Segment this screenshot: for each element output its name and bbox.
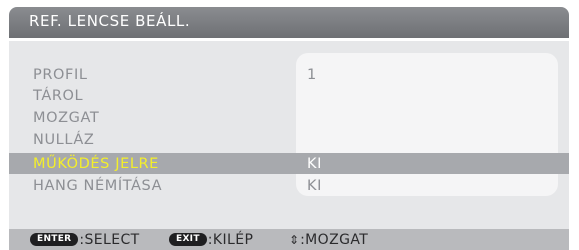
title-bar: REF. LENCSE BEÁLL. xyxy=(9,7,569,38)
menu-item-hang-nemitasa[interactable]: HANG NÉMÍTÁSA xyxy=(33,176,162,196)
footer-enter-hint: ENTER :SELECT xyxy=(30,231,140,248)
menu-value-hang-nemitasa[interactable]: KI xyxy=(307,176,322,196)
menu-item-tarol[interactable]: TÁROL xyxy=(33,86,83,106)
exit-key-badge: EXIT xyxy=(169,233,207,246)
dialog-title: REF. LENCSE BEÁLL. xyxy=(29,12,191,30)
footer-move-hint: ⇕ :MOZGAT xyxy=(289,231,368,248)
menu-item-mozgat[interactable]: MOZGAT xyxy=(33,108,99,128)
enter-hint-text: :SELECT xyxy=(79,231,140,248)
menu-value-mukodes-jelre[interactable]: KI xyxy=(307,154,322,174)
menu-value-profil: 1 xyxy=(307,67,317,83)
value-column-box xyxy=(296,53,558,196)
up-down-arrow-icon: ⇕ xyxy=(289,232,300,247)
menu-item-mukodes-jelre[interactable]: MŰKÖDÉS JELRE xyxy=(33,154,159,174)
lens-reference-dialog: REF. LENCSE BEÁLL. PROFIL 1 TÁROL MOZGAT… xyxy=(9,7,569,250)
move-hint-text: :MOZGAT xyxy=(300,231,369,248)
footer-exit-hint: EXIT :KILÉP xyxy=(169,231,253,248)
footer-hint-bar: ENTER :SELECT EXIT :KILÉP ⇕ :MOZGAT xyxy=(9,229,569,250)
menu-item-nullaz[interactable]: NULLÁZ xyxy=(33,130,94,150)
menu-item-profil[interactable]: PROFIL xyxy=(33,65,88,85)
enter-key-badge: ENTER xyxy=(30,233,79,246)
menu-panel: PROFIL 1 TÁROL MOZGAT NULLÁZ MŰKÖDÉS JEL… xyxy=(9,41,569,229)
exit-hint-text: :KILÉP xyxy=(207,231,254,248)
